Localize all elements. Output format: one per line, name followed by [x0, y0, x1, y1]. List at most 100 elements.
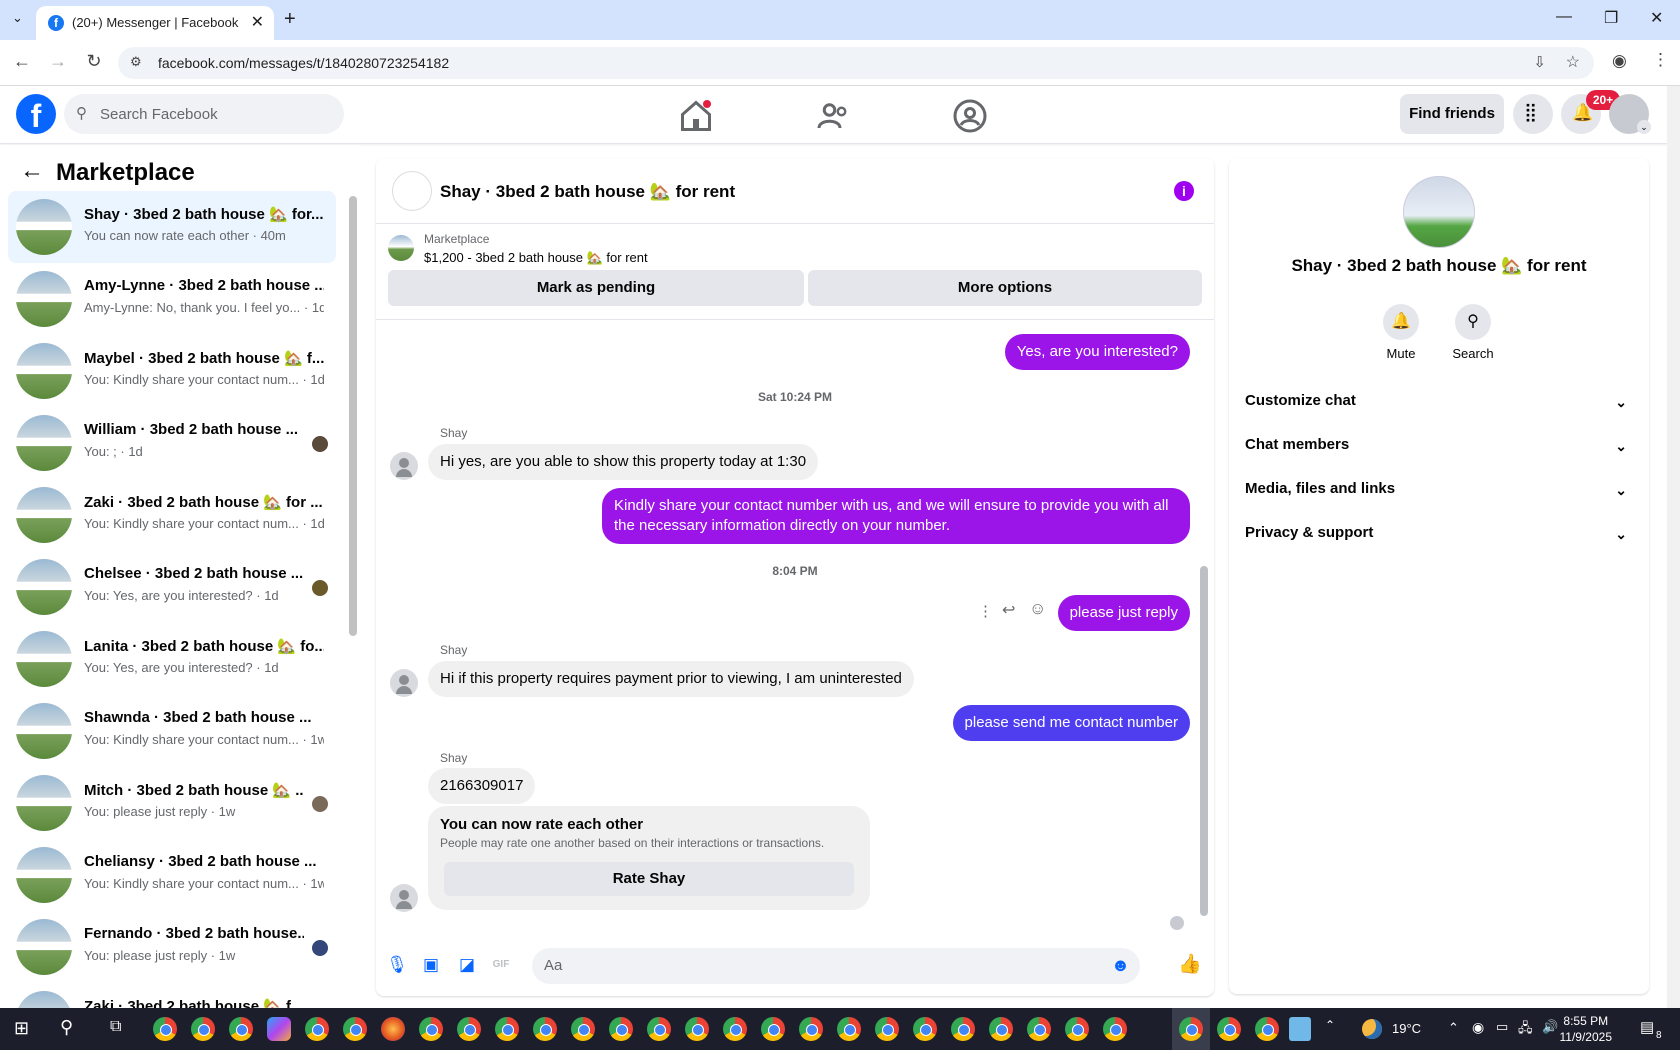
customize-chat-row[interactable]: Customize chat ⌄ [1245, 392, 1633, 432]
message-input[interactable]: Aa ☻ [532, 948, 1140, 984]
chrome-taskbar-icon[interactable] [761, 1017, 785, 1041]
bookmark-star-icon[interactable]: ☆ [1566, 52, 1580, 72]
chrome-taskbar-icon[interactable] [837, 1017, 861, 1041]
incoming-message[interactable]: Hi yes, are you able to show this proper… [428, 444, 819, 480]
chrome-taskbar-icon[interactable] [609, 1017, 633, 1041]
react-emoji-icon[interactable]: ☺ [1029, 599, 1046, 619]
record-icon[interactable]: ◉ [1472, 1019, 1484, 1036]
chrome-taskbar-icon[interactable] [1217, 1017, 1241, 1041]
info-icon[interactable]: i [1174, 181, 1194, 201]
gif-icon[interactable]: GIF [490, 954, 512, 976]
find-friends-button[interactable]: Find friends [1400, 94, 1504, 134]
chrome-taskbar-icon[interactable] [153, 1017, 177, 1041]
chrome-taskbar-icon[interactable] [571, 1017, 595, 1041]
chrome-taskbar-icon[interactable] [495, 1017, 519, 1041]
copilot-taskbar-icon[interactable] [267, 1017, 291, 1041]
media-files-links-row[interactable]: Media, files and links ⌄ [1245, 480, 1633, 520]
sticker-icon[interactable]: ◪ [456, 954, 478, 976]
facebook-logo-icon[interactable]: f [16, 94, 56, 134]
chrome-taskbar-icon[interactable] [685, 1017, 709, 1041]
chrome-taskbar-icon[interactable] [951, 1017, 975, 1041]
privacy-support-row[interactable]: Privacy & support ⌄ [1245, 524, 1633, 564]
meet-icon[interactable]: ▭ [1496, 1019, 1508, 1035]
chrome-taskbar-icon[interactable] [229, 1017, 253, 1041]
chrome-taskbar-icon[interactable] [343, 1017, 367, 1041]
conversation-item[interactable]: Shay · 3bed 2 bath house 🏡 for... You ca… [8, 191, 336, 263]
sidebar-scrollbar[interactable] [349, 196, 357, 636]
firefox-taskbar-icon[interactable] [381, 1017, 405, 1041]
chrome-taskbar-icon[interactable] [1255, 1017, 1279, 1041]
sender-avatar[interactable] [390, 884, 418, 912]
groups-icon[interactable] [952, 98, 988, 134]
chrome-taskbar-icon[interactable] [913, 1017, 937, 1041]
new-tab-icon[interactable]: + [284, 8, 296, 31]
back-icon[interactable]: ← [10, 51, 34, 72]
tab-close-icon[interactable]: ✕ [251, 12, 264, 32]
outgoing-message[interactable]: Yes, are you interested? [1004, 334, 1190, 370]
chrome-taskbar-icon[interactable] [989, 1017, 1013, 1041]
weather-icon[interactable] [1362, 1019, 1382, 1039]
photo-icon[interactable]: ▣ [420, 954, 442, 976]
page-scrollbar[interactable] [1667, 86, 1680, 1008]
profile-icon[interactable]: ◉ [1612, 51, 1627, 71]
windows-start-icon[interactable]: ⊞ [14, 1018, 29, 1039]
menu-grid-button[interactable]: ⣿ [1513, 94, 1553, 134]
search-in-chat-button[interactable]: ⚲ Search [1437, 304, 1509, 361]
conversation-item[interactable]: Maybel · 3bed 2 bath house 🏡 f... You: K… [8, 335, 336, 407]
tray-chevron-icon[interactable]: ⌃ [1448, 1020, 1459, 1036]
taskbar-search-icon[interactable]: ⚲ [60, 1017, 73, 1038]
overflow-chevron-icon[interactable]: ⌃ [1325, 1018, 1335, 1032]
address-bar[interactable]: ⚙ facebook.com/messages/t/18402807232541… [118, 47, 1594, 79]
incoming-message[interactable]: 2166309017 [428, 768, 536, 804]
chrome-taskbar-icon[interactable] [723, 1017, 747, 1041]
microphone-icon[interactable]: 🎙 [386, 954, 408, 976]
chrome-taskbar-icon[interactable] [305, 1017, 329, 1041]
chrome-taskbar-icon[interactable] [1065, 1017, 1089, 1041]
chrome-taskbar-icon[interactable] [457, 1017, 481, 1041]
sender-avatar[interactable] [390, 452, 418, 480]
volume-icon[interactable]: 🔊 [1542, 1019, 1558, 1035]
conversation-item[interactable]: Lanita · 3bed 2 bath house 🏡 fo... You: … [8, 623, 336, 695]
conversation-item[interactable]: Chelsee · 3bed 2 bath house ... You: Yes… [8, 551, 336, 623]
reply-icon[interactable]: ↩ [1002, 600, 1015, 620]
listing-price-title[interactable]: $1,200 - 3bed 2 bath house 🏡 for rent [424, 250, 648, 266]
chrome-taskbar-icon[interactable] [1027, 1017, 1051, 1041]
friends-icon[interactable] [816, 98, 852, 134]
conversation-item[interactable]: Zaki · 3bed 2 bath house 🏡 f... [8, 983, 336, 1008]
mute-button[interactable]: 🔔 Mute [1365, 304, 1437, 361]
chrome-taskbar-icon[interactable] [533, 1017, 557, 1041]
incoming-message[interactable]: Hi if this property requires payment pri… [428, 661, 914, 697]
emoji-icon[interactable]: ☻ [1111, 955, 1130, 976]
chrome-taskbar-icon[interactable] [1179, 1017, 1203, 1041]
conversation-item[interactable]: Amy-Lynne · 3bed 2 bath house ... Amy-Ly… [8, 263, 336, 335]
maximize-icon[interactable]: ❐ [1604, 8, 1618, 28]
browser-tab[interactable]: f (20+) Messenger | Facebook ✕ [36, 6, 274, 40]
outgoing-message[interactable]: please send me contact number [952, 705, 1190, 741]
outgoing-message[interactable]: please just reply [1057, 595, 1190, 631]
outgoing-message[interactable]: Kindly share your contact number with us… [602, 488, 1190, 544]
chrome-taskbar-icon[interactable] [647, 1017, 671, 1041]
conversation-item[interactable]: Mitch · 3bed 2 bath house 🏡 ... You: ple… [8, 767, 336, 839]
search-facebook-input[interactable]: ⚲ Search Facebook [64, 94, 344, 134]
rate-shay-button[interactable]: Rate Shay [444, 862, 854, 896]
site-info-icon[interactable]: ⚙ [130, 54, 142, 70]
sender-avatar[interactable] [390, 669, 418, 697]
task-view-icon[interactable]: ⧉ [110, 1018, 121, 1036]
chat-title[interactable]: Shay · 3bed 2 bath house 🏡 for rent [440, 182, 735, 202]
chrome-taskbar-icon[interactable] [1103, 1017, 1127, 1041]
weather-temperature[interactable]: 19°C [1392, 1021, 1421, 1036]
chat-info-avatar[interactable] [1403, 176, 1475, 248]
notepad-taskbar-icon[interactable] [1289, 1017, 1311, 1041]
reload-icon[interactable]: ↻ [82, 51, 106, 72]
conversation-item[interactable]: Shawnda · 3bed 2 bath house ... You: Kin… [8, 695, 336, 767]
tab-search-icon[interactable]: ⌄ [12, 10, 23, 26]
network-icon[interactable]: 🖧 [1518, 1019, 1533, 1041]
conversation-item[interactable]: Fernando · 3bed 2 bath house... You: ple… [8, 911, 336, 983]
thumbs-up-icon[interactable]: 👍 [1178, 954, 1202, 976]
account-avatar[interactable]: ⌄ [1609, 94, 1651, 134]
back-arrow-icon[interactable]: ← [20, 157, 44, 185]
chrome-taskbar-icon[interactable] [799, 1017, 823, 1041]
minimize-icon[interactable]: — [1556, 8, 1572, 26]
conversation-item[interactable]: Zaki · 3bed 2 bath house 🏡 for ... You: … [8, 479, 336, 551]
install-icon[interactable]: ⇩ [1533, 53, 1546, 71]
